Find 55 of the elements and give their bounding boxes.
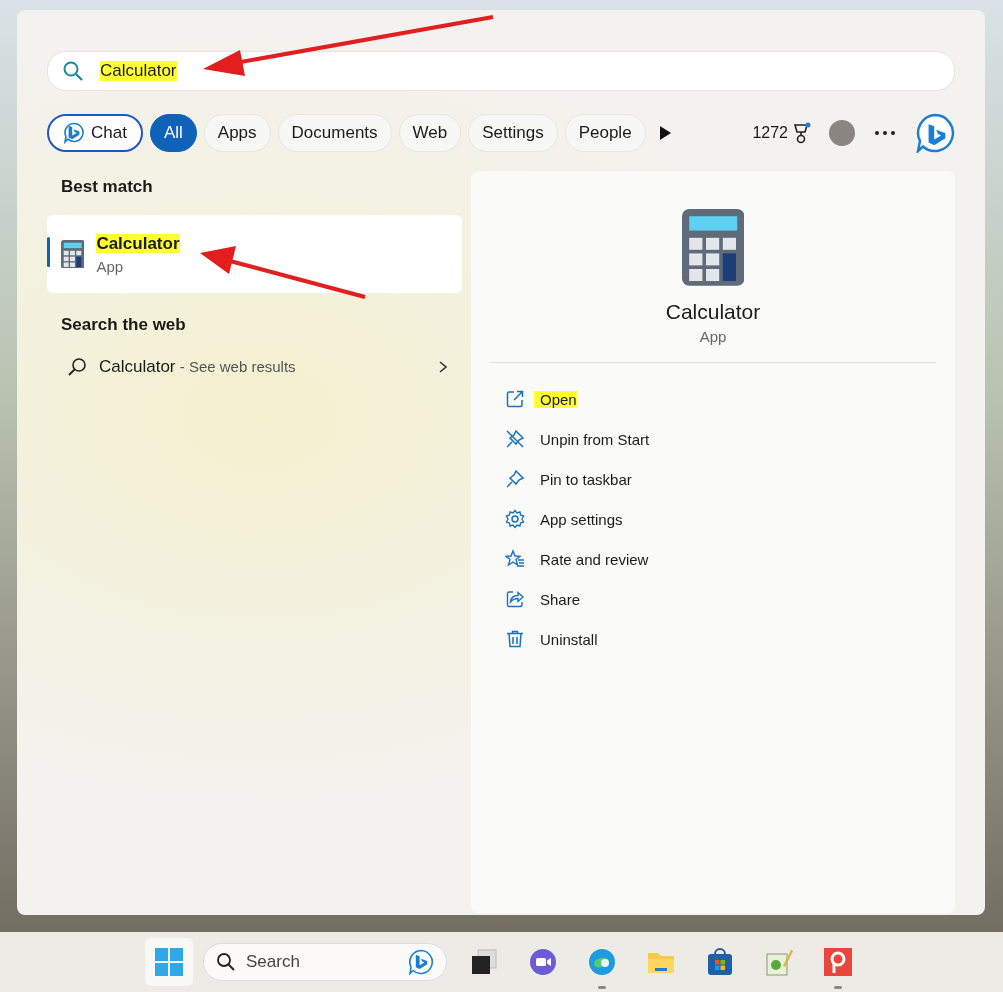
action-button[interactable]: Open [505, 379, 577, 419]
chat-bubble-icon [408, 949, 434, 975]
open-external-icon [505, 389, 525, 409]
action-button[interactable]: Share [505, 579, 581, 619]
search-placeholder: Search [246, 952, 300, 972]
result-type: App [96, 257, 125, 275]
web-result-item[interactable]: Calculator - See web results [67, 357, 448, 377]
query-field[interactable]: Calculator [47, 51, 955, 91]
action-button[interactable]: Pin to taskbar [505, 459, 632, 499]
avatar[interactable] [829, 120, 855, 146]
filter-tab[interactable]: Chat [47, 114, 143, 152]
query-text: Calculator [100, 61, 177, 81]
section-heading: Best match [61, 177, 154, 197]
notepad-pencil-icon[interactable] [764, 948, 793, 976]
calculator-icon [61, 239, 85, 269]
trophy-icon [791, 122, 811, 144]
filter-tab[interactable]: Documents [277, 114, 392, 152]
more-icon [873, 129, 897, 137]
action-button[interactable]: Unpin from Start [505, 419, 650, 459]
action-button[interactable]: App settings [505, 499, 623, 539]
web-result-text: Calculator - See web results [99, 357, 296, 377]
app-title: Calculator [665, 299, 761, 324]
chevron-right-icon [438, 360, 448, 374]
section-heading: Search the web [61, 315, 187, 335]
pin-icon [505, 469, 525, 489]
video-camera-icon[interactable] [528, 948, 557, 976]
best-match-item[interactable]: Calculator App [47, 215, 462, 293]
result-title: Calculator [96, 233, 180, 253]
filter-tab[interactable]: Apps [203, 114, 271, 152]
taskbar-search-field[interactable]: Search [203, 943, 447, 981]
app-type: App [699, 327, 727, 345]
start-button[interactable] [145, 938, 193, 986]
search-icon [216, 952, 236, 972]
search-icon [67, 357, 87, 377]
action-button[interactable]: Rate and review [505, 539, 649, 579]
chat-icon [63, 122, 85, 144]
calculator-icon [681, 209, 745, 286]
rewards-points[interactable]: 1272 [752, 122, 811, 144]
filter-tab[interactable]: Web [398, 114, 462, 152]
browser-icon[interactable] [587, 948, 616, 976]
filter-tab[interactable]: All [149, 114, 197, 152]
share-icon [505, 589, 525, 609]
chat-bubble-icon [915, 113, 955, 153]
trash-icon [505, 629, 525, 649]
stacked-windows-icon[interactable] [469, 948, 498, 976]
points-count: 1272 [752, 124, 788, 142]
action-button[interactable]: Uninstall [505, 619, 598, 659]
star-list-icon [505, 549, 525, 569]
settings-icon [505, 509, 525, 529]
filter-tab[interactable]: Settings [468, 114, 558, 152]
unpin-icon [505, 429, 525, 449]
search-icon [62, 60, 84, 82]
windows-logo-icon [155, 948, 183, 976]
filter-tab[interactable]: People [564, 114, 646, 152]
shopping-bag-icon[interactable] [705, 948, 734, 976]
